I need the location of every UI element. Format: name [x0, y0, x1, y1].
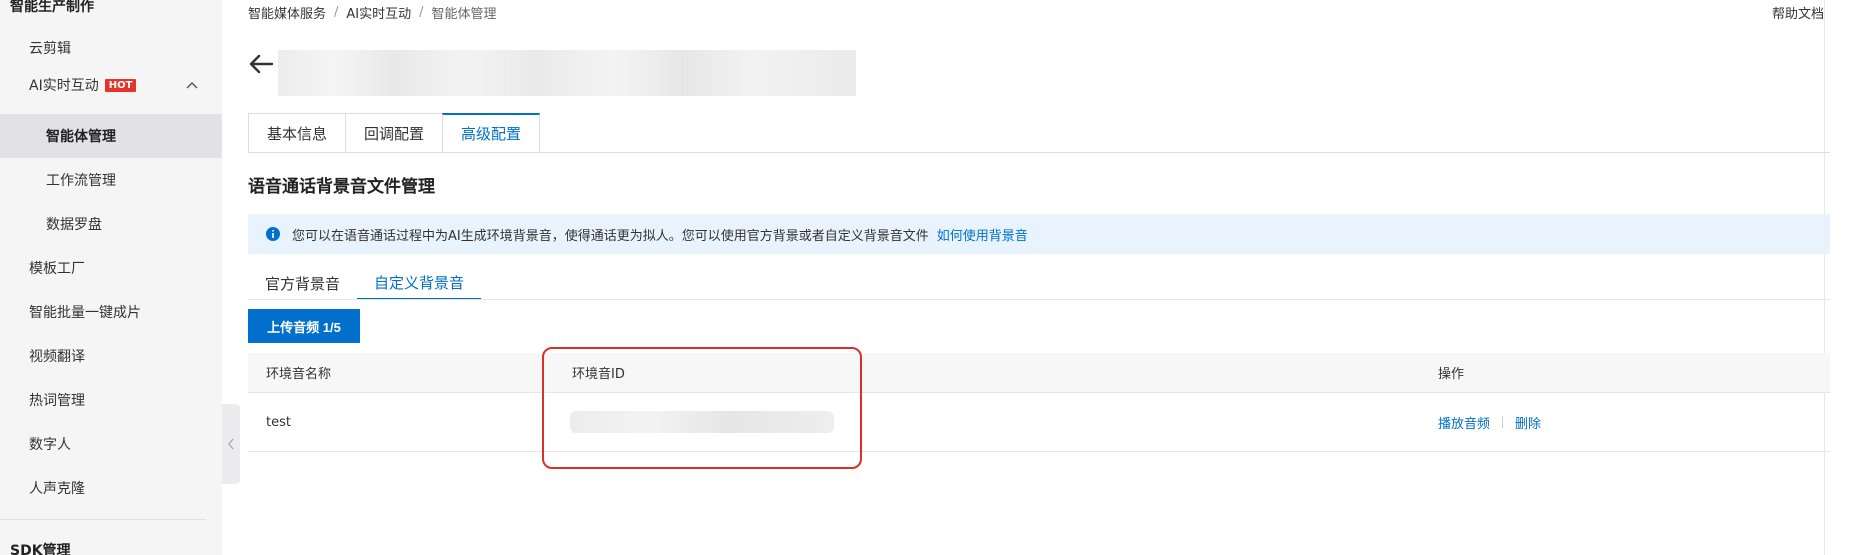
breadcrumb-item-current: 智能体管理 — [431, 7, 497, 22]
delete-link[interactable]: 删除 — [1515, 413, 1541, 432]
section-title: 语音通话背景音文件管理 — [248, 177, 435, 197]
sidebar-item-label: 云剪辑 — [29, 41, 71, 57]
column-header-name: 环境音名称 — [266, 367, 332, 382]
alert-text: 您可以在语音通话过程中为AI生成环境背景音，使得通话更为拟人。您可以使用官方背景… — [292, 228, 929, 244]
sidebar-item-data-compass[interactable]: 数据罗盘 — [0, 202, 222, 246]
upload-audio-button[interactable]: 上传音频 1/5 — [248, 309, 360, 343]
table-header: 环境音名称 环境音ID 操作 — [248, 353, 1830, 393]
right-panel-edge — [1824, 0, 1865, 555]
sidebar-group-sdk: SDK管理 — [10, 543, 71, 555]
column-header-actions: 操作 — [1438, 367, 1465, 382]
how-to-use-link[interactable]: 如何使用背景音 — [937, 225, 1028, 244]
sidebar-item-voice-clone[interactable]: 人声克隆 — [0, 466, 222, 510]
help-docs-link[interactable]: 帮助文档 — [1772, 3, 1824, 22]
sidebar-divider — [0, 519, 206, 520]
sidebar-item-label: 工作流管理 — [46, 173, 116, 189]
chevron-up-icon[interactable] — [184, 77, 200, 93]
subtabs-divider — [248, 299, 1830, 300]
subtab-official[interactable]: 官方背景音 — [248, 266, 357, 300]
sidebar-item-label: 智能批量一键成片 — [29, 305, 141, 321]
sidebar-item-label: 智能体管理 — [46, 129, 116, 145]
background-sound-tabs: 官方背景音 自定义背景音 — [248, 266, 482, 300]
tabs-divider — [248, 152, 1830, 153]
sidebar-group-production: 智能生产制作 — [10, 0, 94, 15]
info-icon — [266, 227, 280, 241]
sidebar-item-hotwords[interactable]: 热词管理 — [0, 378, 222, 422]
breadcrumb-separator: / — [334, 5, 339, 20]
sidebar-item-agent-management[interactable]: 智能体管理 — [0, 114, 222, 158]
sidebar-item-label: 数据罗盘 — [46, 217, 102, 233]
sidebar-item-template-factory[interactable]: 模板工厂 — [0, 246, 222, 290]
tab-callback-config[interactable]: 回调配置 — [345, 113, 443, 153]
sidebar-item-label: 热词管理 — [29, 393, 85, 409]
sidebar-item-video-translate[interactable]: 视频翻译 — [0, 334, 222, 378]
back-arrow-icon[interactable] — [246, 48, 276, 78]
breadcrumb: 智能媒体服务 / AI实时互动 / 智能体管理 — [248, 3, 497, 22]
agent-name-redacted — [278, 50, 856, 96]
breadcrumb-separator: / — [419, 5, 424, 20]
hot-badge: HOT — [104, 78, 137, 92]
play-audio-link[interactable]: 播放音频 — [1438, 413, 1490, 432]
id-column-highlight — [542, 347, 862, 469]
sidebar-item-ai-realtime[interactable]: AI实时互动 HOT — [0, 63, 222, 107]
chevron-left-icon — [228, 438, 234, 450]
sidebar-item-label: AI实时互动 — [29, 78, 99, 94]
info-alert: 您可以在语音通话过程中为AI生成环境背景音，使得通话更为拟人。您可以使用官方背景… — [248, 214, 1830, 254]
sound-name: test — [266, 414, 291, 430]
sidebar-item-workflow[interactable]: 工作流管理 — [0, 158, 222, 202]
sidebar: 智能生产制作 云剪辑 AI实时互动 HOT 智能体管理 工作流管理 数据罗盘 模… — [0, 0, 222, 555]
row-actions: 播放音频 删除 — [1438, 393, 1541, 451]
sidebar-item-label: 数字人 — [29, 437, 71, 453]
sidebar-item-label: 视频翻译 — [29, 349, 85, 365]
sound-table: 环境音名称 环境音ID 操作 test 播放音频 删除 — [248, 353, 1830, 452]
sidebar-item-label: 人声克隆 — [29, 481, 85, 497]
sidebar-item-digital-human[interactable]: 数字人 — [0, 422, 222, 466]
sidebar-item-batch-video[interactable]: 智能批量一键成片 — [0, 290, 222, 334]
config-tabs: 基本信息 回调配置 高级配置 — [248, 113, 541, 153]
breadcrumb-item-media-service[interactable]: 智能媒体服务 — [248, 3, 326, 22]
tab-advanced-config[interactable]: 高级配置 — [442, 113, 541, 153]
breadcrumb-item-ai-realtime[interactable]: AI实时互动 — [346, 3, 411, 22]
subtab-custom[interactable]: 自定义背景音 — [357, 266, 482, 300]
sidebar-collapse-handle[interactable] — [222, 404, 240, 484]
action-separator — [1502, 416, 1504, 428]
table-row: test 播放音频 删除 — [248, 393, 1830, 452]
sidebar-item-label: 模板工厂 — [29, 261, 85, 277]
tab-basic-info[interactable]: 基本信息 — [248, 113, 346, 153]
